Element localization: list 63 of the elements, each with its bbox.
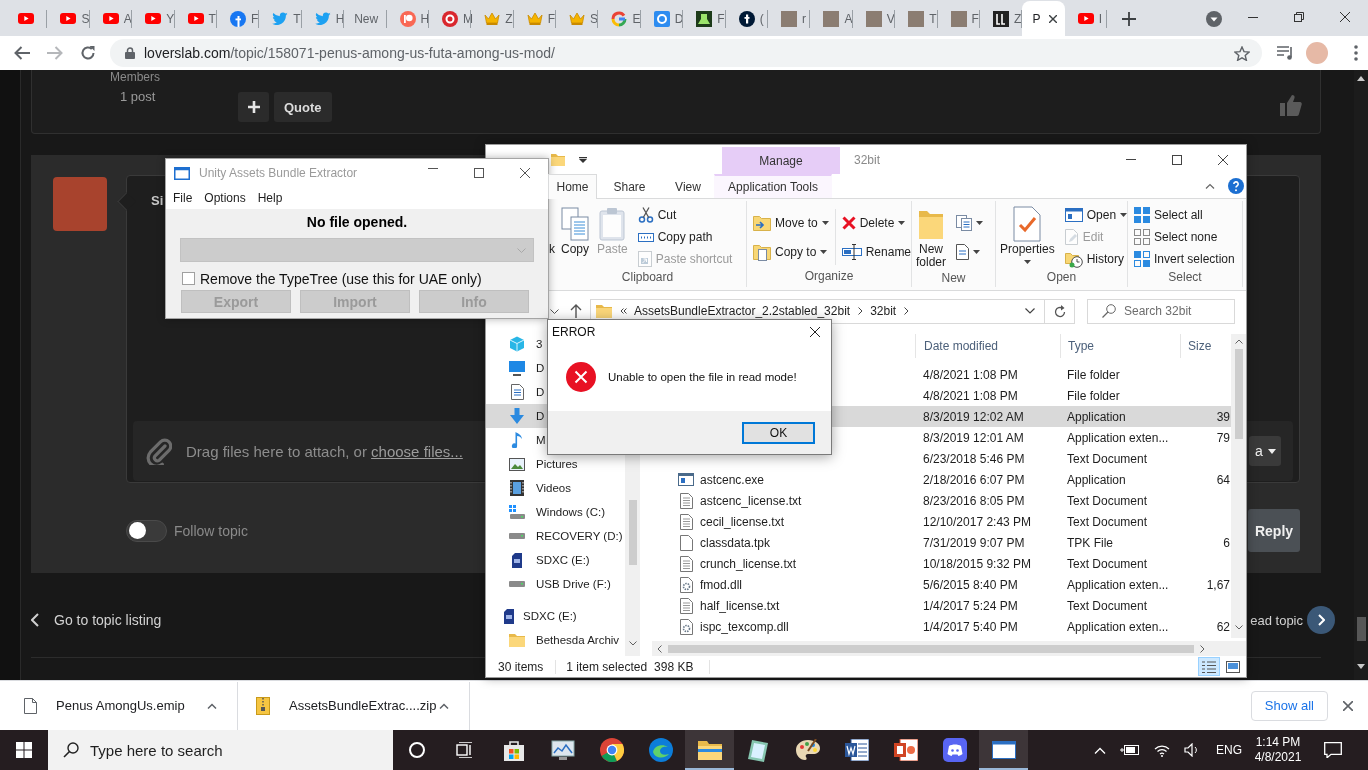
table-cell-text: 1,67 bbox=[1205, 577, 1230, 592]
table-cell-text: Text Document bbox=[1066, 598, 1149, 613]
window-title: Unity Assets Bundle Extractor bbox=[199, 166, 358, 180]
file-name: astcenc.exe bbox=[700, 472, 765, 487]
table-cell-text: Application bbox=[1066, 472, 1127, 487]
table-cell-text: 8/23/2016 8:05 PM bbox=[922, 493, 1026, 508]
clock-date: 4/8/2021 bbox=[1254, 750, 1302, 765]
table-cell-text: 8/3/2019 12:01 AM bbox=[922, 430, 1025, 445]
group-label: Open bbox=[1045, 270, 1078, 286]
table-cell-text: 6/23/2018 5:46 PM bbox=[922, 451, 1026, 466]
table-cell-text: 6 bbox=[1222, 535, 1230, 550]
group-label: Select bbox=[1167, 270, 1203, 286]
table-cell-text: Text Document bbox=[1066, 451, 1149, 466]
file-name: crunch_license.txt bbox=[700, 556, 797, 571]
file-name: cecil_license.txt bbox=[700, 514, 785, 529]
table-cell-text: Text Document bbox=[1066, 514, 1149, 529]
status-text: No file opened. bbox=[305, 213, 409, 231]
group-label: Clipboard bbox=[620, 270, 675, 286]
table-cell-text: 39 bbox=[1215, 409, 1230, 424]
item-count: 30 items bbox=[498, 659, 557, 674]
table-cell-text: Application exten... bbox=[1066, 577, 1170, 592]
window-title: 32bit bbox=[854, 153, 881, 167]
table-cell-text: Application exten... bbox=[1066, 619, 1170, 634]
file-name: fmod.dll bbox=[700, 577, 743, 592]
editor-toolbar-text: Si bbox=[151, 193, 164, 208]
file-name: astcenc_license.txt bbox=[700, 493, 802, 508]
url-text: loverslab.com/topic/158071-penus-among-us-futa-among-us-mod/ bbox=[144, 45, 555, 61]
table-cell-text: Application exten... bbox=[1066, 430, 1170, 445]
table-cell-text: 12/10/2017 2:43 PM bbox=[922, 514, 1033, 529]
selection-count: 1 item selected bbox=[566, 659, 648, 674]
table-cell-text: Text Document bbox=[1066, 493, 1149, 508]
table-cell-text: File folder bbox=[1066, 388, 1121, 403]
table-cell-text: 79 bbox=[1215, 430, 1230, 445]
group-label: New bbox=[940, 271, 967, 287]
group-label: Organize bbox=[803, 269, 855, 285]
post-count: 1 post bbox=[120, 89, 157, 105]
table-cell-text: 4/8/2021 1:08 PM bbox=[922, 367, 1019, 382]
file-name: ispc_texcomp.dll bbox=[700, 619, 789, 634]
dialog-title: ERROR bbox=[552, 324, 596, 339]
file-name: classdata.tpk bbox=[700, 535, 771, 550]
table-cell-text: 1/4/2017 5:24 PM bbox=[922, 598, 1019, 613]
clock-time: 1:14 PM bbox=[1255, 735, 1301, 750]
table-cell-text: 2/18/2016 6:07 PM bbox=[922, 472, 1026, 487]
toggle-label: Follow topic bbox=[174, 522, 248, 539]
table-cell-text: 8/3/2019 12:02 AM bbox=[922, 409, 1025, 424]
table-cell-text: 4/8/2021 1:08 PM bbox=[922, 388, 1019, 403]
table-cell-text: 10/18/2015 9:32 PM bbox=[922, 556, 1033, 571]
table-cell-text: File folder bbox=[1066, 367, 1121, 382]
selection-size: 398 KB bbox=[654, 659, 711, 674]
checkbox-label: Remove the TypeTree (use this for UAE only) bbox=[200, 270, 482, 287]
table-cell-text: 64 bbox=[1215, 472, 1230, 487]
attach-hint: Drag files here to attach, or choose files... bbox=[186, 442, 463, 460]
error-message: Unable to open the file in read mode! bbox=[608, 371, 797, 383]
table-cell-text: TPK File bbox=[1066, 535, 1114, 550]
table-cell-text: 7/31/2019 9:07 PM bbox=[922, 535, 1026, 550]
table-cell-text: 1/4/2017 5:40 PM bbox=[922, 619, 1019, 634]
context-tab-header: Manage bbox=[722, 147, 840, 174]
table-cell-text: Application bbox=[1066, 409, 1127, 424]
table-cell-text: 62 bbox=[1215, 619, 1230, 634]
table-cell-text: 5/6/2015 8:40 PM bbox=[922, 577, 1019, 592]
file-name: half_license.txt bbox=[700, 598, 780, 613]
member-group: Members bbox=[110, 70, 238, 84]
table-cell-text: Text Document bbox=[1066, 556, 1149, 571]
